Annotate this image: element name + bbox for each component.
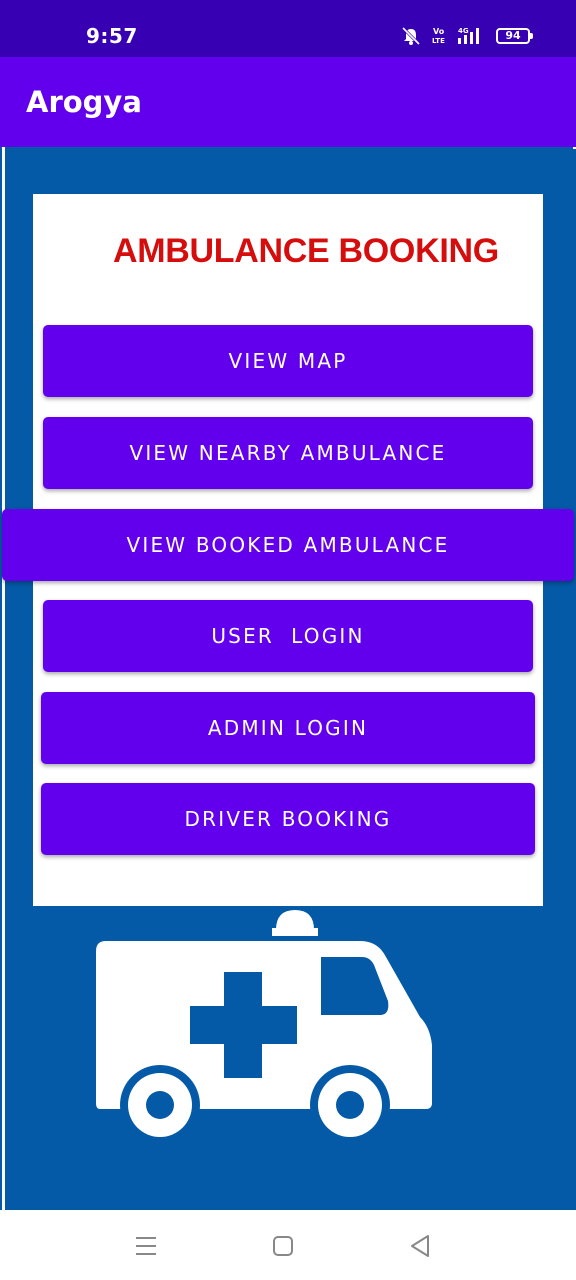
page-title: AMBULANCE BOOKING	[113, 232, 499, 270]
user-login-button[interactable]: USER LOGIN	[43, 600, 533, 672]
view-map-button[interactable]: VIEW MAP	[43, 325, 533, 397]
app-title: Arogya	[26, 85, 142, 119]
view-booked-ambulance-button[interactable]: VIEW BOOKED AMBULANCE	[2, 509, 574, 581]
svg-text:Vo: Vo	[433, 27, 445, 36]
ambulance-icon	[96, 910, 432, 1145]
volte-icon: Vo LTE	[432, 27, 445, 45]
divider-left	[2, 147, 5, 1210]
battery-level: 94	[505, 29, 521, 42]
status-time: 9:57	[86, 24, 138, 48]
signal-4g-icon: 4G	[458, 27, 479, 44]
battery-icon: 94	[496, 28, 533, 44]
status-bar: 9:57 Vo LTE 4G 94	[0, 0, 576, 57]
svg-text:4G: 4G	[458, 27, 469, 35]
admin-login-button[interactable]: ADMIN LOGIN	[41, 692, 535, 764]
app-bar: Arogya	[0, 57, 576, 147]
driver-booking-button[interactable]: DRIVER BOOKING	[41, 783, 535, 855]
navigation-bar	[0, 1210, 576, 1280]
view-nearby-ambulance-button[interactable]: VIEW NEARBY AMBULANCE	[43, 417, 533, 489]
status-icons: Vo LTE 4G 94	[400, 24, 533, 48]
home-icon[interactable]	[268, 1232, 298, 1260]
menu-icon[interactable]	[131, 1232, 161, 1260]
svg-text:LTE: LTE	[432, 37, 445, 45]
mute-icon	[401, 26, 421, 46]
back-icon[interactable]	[406, 1232, 436, 1260]
